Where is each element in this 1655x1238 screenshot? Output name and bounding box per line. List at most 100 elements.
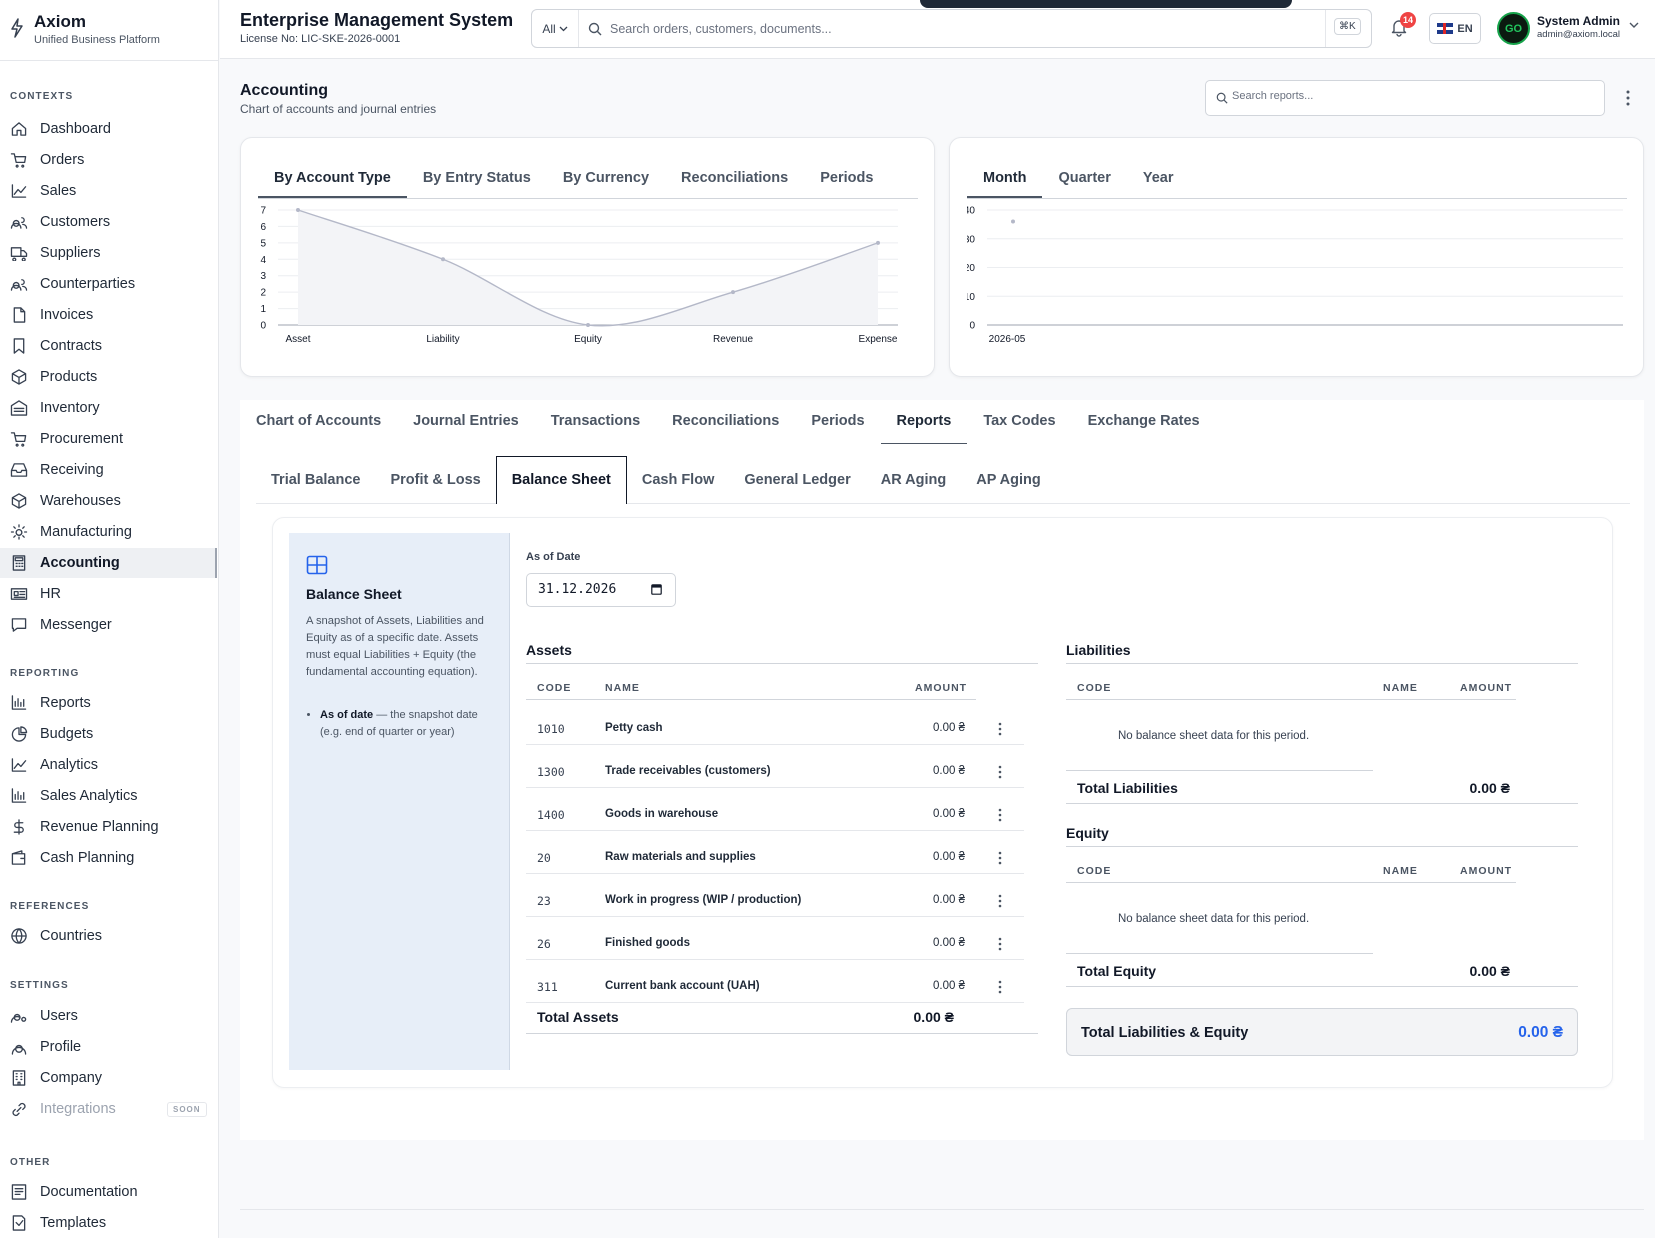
total-equity-value: 0.00 ₴ <box>1469 963 1510 979</box>
sidebar-item-label: Products <box>40 369 98 385</box>
search-scope-select[interactable]: All <box>532 10 579 47</box>
report-tab-ar-aging[interactable]: AR Aging <box>866 456 962 504</box>
report-search-input[interactable] <box>1232 90 1592 102</box>
row-menu-icon[interactable] <box>998 808 1002 822</box>
y-tick-label: 30 <box>967 234 975 245</box>
global-search-input[interactable] <box>610 19 1310 39</box>
sidebar-item-templates[interactable]: Templates <box>0 1208 218 1238</box>
sidebar-item-products[interactable]: Products <box>0 362 218 392</box>
sidebar-item-sales-analytics[interactable]: Sales Analytics <box>0 781 218 811</box>
sidebar-item-reports[interactable]: Reports <box>0 688 218 718</box>
report-search <box>1205 80 1605 116</box>
report-info-parameters: As of date — the snapshot date (e.g. end… <box>320 707 498 741</box>
report-tab-ap-aging[interactable]: AP Aging <box>961 456 1055 504</box>
account-code: 26 <box>537 937 551 951</box>
account-name: Trade receivables (customers) <box>605 765 771 777</box>
tab-chart-of-accounts[interactable]: Chart of Accounts <box>240 400 397 445</box>
account-name: Petty cash <box>605 722 663 734</box>
tab-exchange-rates[interactable]: Exchange Rates <box>1072 400 1216 445</box>
sidebar-item-label: Company <box>40 1070 103 1086</box>
sidebar-item-inventory[interactable]: Inventory <box>0 393 218 423</box>
chart-tabs-right: Month Quarter Year <box>967 158 1627 199</box>
sidebar-item-messenger[interactable]: Messenger <box>0 610 218 640</box>
equity-divider <box>1066 846 1578 847</box>
calendar-icon[interactable] <box>651 583 662 595</box>
sidebar-item-analytics[interactable]: Analytics <box>0 750 218 780</box>
report-tab-profit-loss[interactable]: Profit & Loss <box>375 456 495 504</box>
chart-tab-reconciliations[interactable]: Reconciliations <box>665 158 804 198</box>
sidebar-item-profile[interactable]: Profile <box>0 1032 218 1062</box>
tab-transactions[interactable]: Transactions <box>535 400 656 445</box>
chart-tab-by-account-type[interactable]: By Account Type <box>258 158 407 198</box>
sidebar-item-budgets[interactable]: Budgets <box>0 719 218 749</box>
sidebar-item-contracts[interactable]: Contracts <box>0 331 218 361</box>
sidebar-item-label: Reports <box>40 695 91 711</box>
sidebar-item-receiving[interactable]: Receiving <box>0 455 218 485</box>
period-tab-year[interactable]: Year <box>1127 158 1190 198</box>
sidebar-item-company[interactable]: Company <box>0 1063 218 1093</box>
more-vertical-icon[interactable] <box>1620 88 1636 108</box>
sidebar-item-suppliers[interactable]: Suppliers <box>0 238 218 268</box>
report-tab-trial-balance[interactable]: Trial Balance <box>256 456 375 504</box>
sidebar-item-revenue-planning[interactable]: Revenue Planning <box>0 812 218 842</box>
row-menu-icon[interactable] <box>998 937 1002 951</box>
tab-periods[interactable]: Periods <box>795 400 880 445</box>
sidebar-item-customers[interactable]: Customers <box>0 207 218 237</box>
gear-icon <box>10 524 28 540</box>
sidebar-item-label: Contracts <box>40 338 103 354</box>
chart-tab-by-currency[interactable]: By Currency <box>547 158 665 198</box>
chart-tab-periods[interactable]: Periods <box>804 158 889 198</box>
report-tab-general-ledger[interactable]: General Ledger <box>729 456 865 504</box>
sidebar-item-warehouses[interactable]: Warehouses <box>0 486 218 516</box>
user-name[interactable]: System Admin <box>1537 14 1620 28</box>
chart-tab-by-entry-status[interactable]: By Entry Status <box>407 158 547 198</box>
assets-col-code: CODE <box>537 682 572 694</box>
tab-reconciliations[interactable]: Reconciliations <box>656 400 795 445</box>
row-menu-icon[interactable] <box>998 980 1002 994</box>
tab-reports[interactable]: Reports <box>880 400 968 445</box>
row-menu-icon[interactable] <box>998 722 1002 736</box>
sidebar-item-invoices[interactable]: Invoices <box>0 300 218 330</box>
account-code: 1010 <box>537 722 565 736</box>
avatar[interactable]: GO <box>1497 12 1530 45</box>
sidebar-item-dashboard[interactable]: Dashboard <box>0 114 218 144</box>
total-assets-value: 0.00 ₴ <box>913 1009 954 1025</box>
report-tab-balance-sheet[interactable]: Balance Sheet <box>495 456 627 504</box>
sidebar-item-orders[interactable]: Orders <box>0 145 218 175</box>
sidebar-item-sales[interactable]: Sales <box>0 176 218 206</box>
page-title: Accounting <box>240 82 328 99</box>
sidebar-item-label: Cash Planning <box>40 850 135 866</box>
sidebar-item-cash-planning[interactable]: Cash Planning <box>0 843 218 873</box>
bolt-icon <box>11 18 23 38</box>
sidebar-item-countries[interactable]: Countries <box>0 921 218 951</box>
account-name: Raw materials and supplies <box>605 851 756 863</box>
brand-name[interactable]: Axiom <box>34 12 86 32</box>
period-tab-month[interactable]: Month <box>967 158 1043 198</box>
sidebar-item-procurement[interactable]: Procurement <box>0 424 218 454</box>
sidebar-item-accounting[interactable]: Accounting <box>0 548 217 578</box>
period-tab-quarter[interactable]: Quarter <box>1042 158 1126 198</box>
sidebar-item-label: Dashboard <box>40 121 111 137</box>
pie-chart-icon <box>11 726 28 742</box>
row-divider <box>526 744 1024 745</box>
report-tab-cash-flow[interactable]: Cash Flow <box>627 456 730 504</box>
tab-tax-codes[interactable]: Tax Codes <box>967 400 1071 445</box>
cart-icon <box>10 153 27 168</box>
as-of-date-label: As of Date <box>526 551 581 563</box>
bar-chart-icon <box>11 695 27 710</box>
liabilities-empty-message: No balance sheet data for this period. <box>1118 730 1310 742</box>
sidebar-item-label: Integrations <box>40 1101 116 1117</box>
sidebar-item-counterparties[interactable]: Counterparties <box>0 269 218 299</box>
language-switcher[interactable]: EN <box>1429 13 1481 44</box>
row-menu-icon[interactable] <box>998 851 1002 865</box>
link-icon <box>12 1102 26 1117</box>
row-menu-icon[interactable] <box>998 765 1002 779</box>
tab-journal-entries[interactable]: Journal Entries <box>397 400 535 445</box>
row-menu-icon[interactable] <box>998 894 1002 908</box>
sidebar-item-users[interactable]: Users <box>0 1001 218 1031</box>
assets-col-name: NAME <box>605 682 640 694</box>
sidebar-item-hr[interactable]: HR <box>0 579 218 609</box>
chevron-down-icon[interactable] <box>1628 20 1640 30</box>
sidebar-item-documentation[interactable]: Documentation <box>0 1177 218 1207</box>
sidebar-item-manufacturing[interactable]: Manufacturing <box>0 517 218 547</box>
